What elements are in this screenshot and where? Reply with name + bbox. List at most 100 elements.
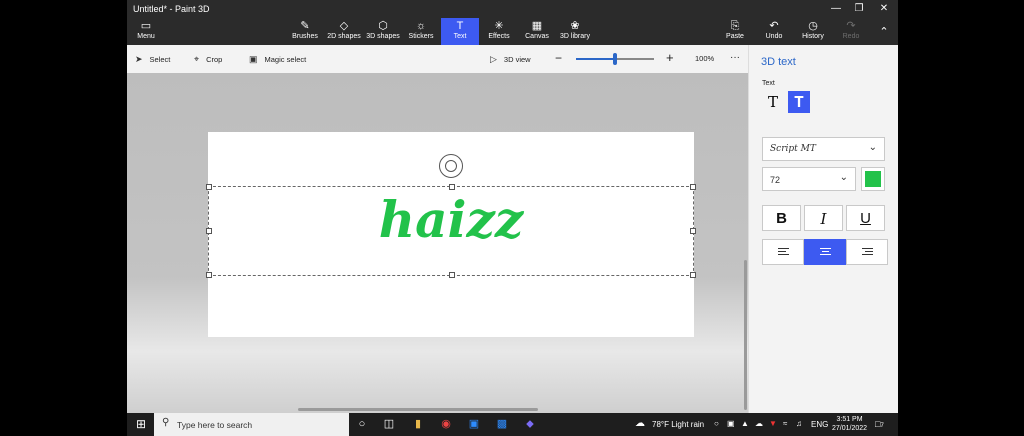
underline-button[interactable]: U: [846, 205, 885, 231]
tool-stickers[interactable]: ☼ Stickers: [406, 18, 436, 45]
2d-text-button[interactable]: T: [762, 91, 784, 113]
tray-app-icon[interactable]: ▣: [727, 419, 735, 428]
menu-folder-icon: ▭: [140, 20, 152, 32]
align-right-icon: [862, 248, 873, 257]
resize-handle[interactable]: [206, 272, 212, 278]
workspace: haizz: [127, 73, 748, 413]
align-right-button[interactable]: [846, 239, 888, 265]
tool-2d-shapes[interactable]: ◇ 2D shapes: [326, 18, 362, 45]
resize-handle[interactable]: [690, 228, 696, 234]
magic-select-tool[interactable]: ▣ Magic select: [249, 54, 306, 65]
3d-text-button[interactable]: 𝐓: [788, 91, 810, 113]
magic-select-icon: ▣: [249, 54, 258, 64]
maximize-button[interactable]: ❐: [848, 2, 870, 16]
weather-cloud-icon: ☁: [635, 418, 645, 429]
tool-effects[interactable]: ✳ Effects: [484, 18, 514, 45]
cortana-icon[interactable]: ○: [354, 417, 370, 432]
language-indicator[interactable]: ENG: [811, 420, 828, 429]
start-windows-icon[interactable]: ⊞: [133, 417, 149, 432]
font-family-value: Script MT: [770, 144, 816, 154]
tool-text[interactable]: T Text: [441, 18, 479, 45]
onedrive-icon[interactable]: ☁: [755, 419, 763, 428]
zoom-slider-thumb[interactable]: [613, 53, 617, 65]
windows-taskbar: ⊞ ⚲ Type here to search ○ ◫ ▮ ◉ ▣ ▩ ⬥ ☁ …: [127, 413, 898, 436]
rotate-handle-icon[interactable]: [439, 154, 463, 178]
italic-button[interactable]: I: [804, 205, 843, 231]
chrome-icon[interactable]: ◉: [438, 417, 454, 432]
zoom-icon[interactable]: ▣: [466, 417, 482, 432]
resize-handle[interactable]: [690, 272, 696, 278]
text-panel: 3D text Text T 𝐓 Script MT ⌄ 72 ⌄ B I U: [748, 45, 898, 413]
chevron-down-icon: ⌄: [839, 172, 848, 183]
task-view-icon[interactable]: ◫: [381, 417, 397, 432]
3d-shapes-icon: ⬡: [378, 20, 388, 32]
resize-handle[interactable]: [449, 272, 455, 278]
paint3d-window: Untitled* - Paint 3D — ❐ ✕ ▭ Menu ✎ Brus…: [127, 0, 898, 413]
resize-handle[interactable]: [206, 184, 212, 190]
resize-handle[interactable]: [449, 184, 455, 190]
toolbar: ➤ Select ⌖ Crop ▣ Magic select ▷ 3D view − +…: [127, 45, 748, 73]
video-app-icon[interactable]: ▩: [494, 417, 510, 432]
notification-icon[interactable]: □7: [875, 419, 884, 429]
tool-3d-shapes[interactable]: ⬡ 3D shapes: [365, 18, 401, 45]
panel-title: 3D text: [761, 56, 796, 68]
vertical-scrollbar[interactable]: [744, 260, 747, 410]
zoom-level: 100%: [695, 54, 715, 63]
select-tool[interactable]: ➤ Select: [135, 54, 170, 65]
history-button[interactable]: ◷ History: [799, 18, 827, 45]
zoom-in-button[interactable]: +: [666, 50, 674, 65]
paint3d-taskbar-icon[interactable]: ⬥: [522, 417, 538, 432]
search-icon: ⚲: [162, 417, 170, 428]
zoom-slider-fill: [576, 58, 615, 60]
more-options-button[interactable]: ···: [730, 52, 740, 63]
undo-button[interactable]: ↶ Undo: [762, 18, 786, 45]
3d-view-toggle[interactable]: ▷ 3D view: [490, 54, 531, 65]
font-family-dropdown[interactable]: Script MT ⌄: [762, 137, 885, 161]
minimize-button[interactable]: —: [825, 2, 847, 16]
tool-3d-library[interactable]: ❀ 3D library: [558, 18, 592, 45]
zoom-out-button[interactable]: −: [555, 51, 562, 65]
resize-handle[interactable]: [206, 228, 212, 234]
align-center-button[interactable]: [804, 239, 846, 265]
align-left-button[interactable]: [762, 239, 804, 265]
undo-icon: ↶: [769, 20, 779, 32]
tool-canvas[interactable]: ▦ Canvas: [522, 18, 552, 45]
bold-button[interactable]: B: [762, 205, 801, 231]
antivirus-icon[interactable]: ▼: [769, 419, 777, 428]
font-size-value: 72: [770, 175, 781, 185]
window-title: Untitled* - Paint 3D: [133, 4, 210, 14]
3d-view-icon: ▷: [490, 54, 497, 64]
align-center-icon: [820, 248, 831, 257]
close-button[interactable]: ✕: [873, 2, 895, 16]
weather-text[interactable]: 78°F Light rain: [652, 420, 704, 429]
wifi-icon[interactable]: ≈: [783, 419, 787, 428]
redo-button[interactable]: ↷ Redo: [839, 18, 863, 45]
tool-brushes[interactable]: ✎ Brushes: [290, 18, 320, 45]
text-type-label: Text: [762, 80, 775, 87]
font-size-dropdown[interactable]: 72 ⌄: [762, 167, 856, 191]
select-cursor-icon: ➤: [135, 54, 143, 64]
paste-icon: ⎘: [730, 20, 740, 32]
clock[interactable]: 3:51 PM 27/01/2022: [832, 415, 867, 433]
chat-icon[interactable]: ○: [714, 419, 719, 428]
network-icon[interactable]: ▲: [741, 419, 749, 428]
chevron-down-icon: ⌄: [868, 142, 877, 153]
text-selection-box[interactable]: [206, 184, 696, 278]
3d-library-icon: ❀: [570, 20, 580, 32]
menu-button[interactable]: ▭ Menu: [132, 18, 160, 45]
text-color-swatch: [865, 171, 881, 187]
ribbon: Untitled* - Paint 3D — ❐ ✕ ▭ Menu ✎ Brus…: [127, 0, 898, 45]
effects-icon: ✳: [494, 20, 504, 32]
resize-handle[interactable]: [690, 184, 696, 190]
crop-icon: ⌖: [194, 54, 200, 64]
crop-tool[interactable]: ⌖ Crop: [194, 54, 222, 65]
file-explorer-icon[interactable]: ▮: [410, 417, 426, 432]
zoom-slider[interactable]: [576, 53, 654, 65]
paste-button[interactable]: ⎘ Paste: [723, 18, 747, 45]
redo-icon: ↷: [846, 20, 856, 32]
text-color-picker[interactable]: [861, 167, 885, 191]
taskbar-search[interactable]: ⚲ Type here to search: [154, 413, 349, 436]
drawing-canvas[interactable]: haizz: [206, 132, 696, 337]
horizontal-scrollbar[interactable]: [298, 408, 538, 411]
volume-icon[interactable]: ♫: [796, 419, 802, 428]
